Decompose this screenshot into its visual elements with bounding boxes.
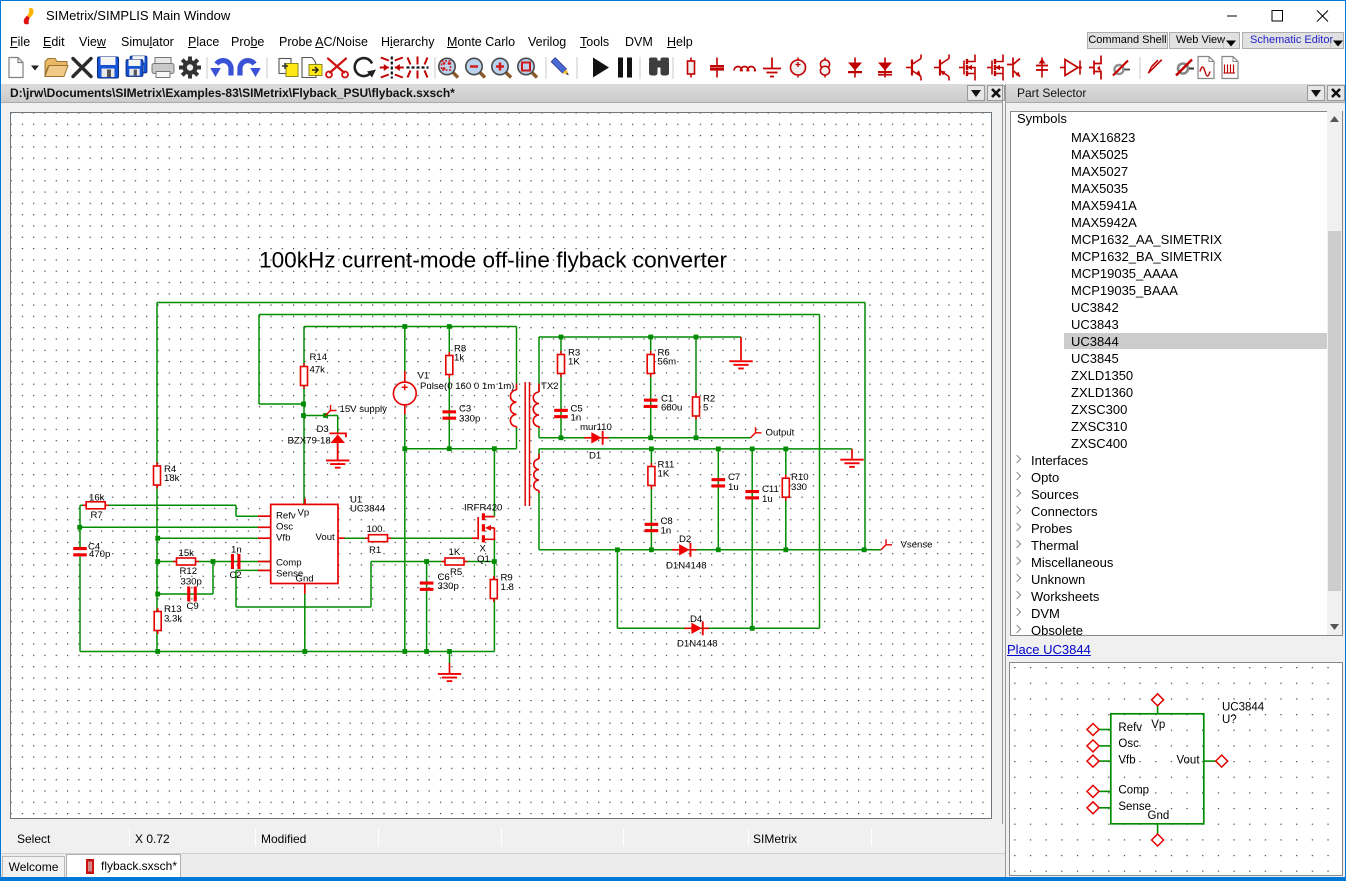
svg-text:Comp: Comp [276, 558, 302, 569]
svg-text:Refv: Refv [1118, 722, 1142, 734]
svg-text:Gnd: Gnd [296, 573, 314, 584]
svg-text:X: X [480, 544, 487, 555]
svg-text:5: 5 [703, 403, 708, 414]
svg-text:470p: 470p [89, 549, 110, 560]
svg-text:R12: R12 [180, 566, 198, 577]
svg-text:Vout: Vout [1177, 755, 1201, 767]
svg-text:100: 100 [367, 524, 383, 535]
svg-text:18k: 18k [164, 473, 180, 484]
svg-text:680u: 680u [661, 403, 682, 414]
svg-text:1u: 1u [728, 482, 739, 493]
svg-text:3.3k: 3.3k [164, 614, 182, 625]
svg-text:Osc: Osc [1118, 738, 1139, 750]
svg-text:Vout: Vout [316, 532, 336, 543]
svg-text:1k: 1k [454, 353, 464, 364]
svg-text:1u: 1u [762, 494, 773, 505]
svg-text:Pulse(0 160 0 1m 1m): Pulse(0 160 0 1m 1m) [420, 381, 514, 392]
svg-text:330p: 330p [438, 581, 459, 592]
svg-text:Sense: Sense [1118, 801, 1151, 813]
svg-text:Vp: Vp [1151, 719, 1165, 731]
svg-text:IRFR420: IRFR420 [464, 503, 502, 514]
svg-text:Vfb: Vfb [1118, 755, 1135, 767]
svg-text:Osc: Osc [276, 521, 293, 532]
svg-text:1.8: 1.8 [501, 582, 514, 593]
svg-text:1K: 1K [568, 357, 580, 368]
svg-text:UC3844: UC3844 [350, 504, 386, 515]
svg-text:Gnd: Gnd [1148, 810, 1170, 822]
svg-text:56m: 56m [658, 357, 677, 368]
svg-text:1n: 1n [231, 545, 242, 556]
svg-text:R14: R14 [310, 352, 328, 363]
svg-text:TX2: TX2 [541, 381, 559, 392]
svg-text:1n: 1n [661, 526, 672, 537]
svg-text:R1: R1 [369, 545, 381, 556]
svg-text:mur110: mur110 [580, 422, 612, 433]
svg-text:D3: D3 [317, 424, 329, 435]
svg-text:R7: R7 [91, 510, 103, 521]
svg-text:D2: D2 [679, 534, 691, 545]
svg-text:D4: D4 [690, 614, 703, 625]
svg-text:D1N4148: D1N4148 [677, 639, 718, 650]
svg-text:C9: C9 [187, 601, 199, 612]
svg-text:47k: 47k [310, 365, 326, 376]
svg-text:330: 330 [791, 482, 807, 493]
svg-text:15k: 15k [179, 548, 195, 559]
svg-text:UC3844: UC3844 [1222, 702, 1265, 714]
svg-text:Output: Output [766, 428, 795, 439]
svg-text:BZX79-18: BZX79-18 [288, 436, 331, 447]
svg-text:330p: 330p [459, 414, 480, 425]
svg-text:C2: C2 [230, 570, 242, 581]
svg-text:1K: 1K [449, 547, 461, 558]
svg-text:330p: 330p [181, 577, 202, 588]
svg-text:R5: R5 [450, 567, 462, 578]
svg-text:U?: U? [1222, 714, 1237, 726]
svg-text:16k: 16k [89, 493, 105, 504]
svg-text:Vfb: Vfb [276, 533, 290, 544]
svg-text:D1N4148: D1N4148 [666, 561, 707, 572]
svg-text:D1: D1 [589, 451, 601, 462]
svg-text:Vsense: Vsense [901, 540, 933, 551]
svg-text:V1: V1 [418, 371, 430, 382]
svg-text:Q1: Q1 [477, 554, 490, 565]
svg-text:100kHz current-mode off-line f: 100kHz current-mode off-line flyback con… [259, 248, 727, 273]
svg-text:Comp: Comp [1118, 785, 1149, 797]
svg-text:Refv: Refv [276, 510, 296, 521]
svg-text:Vp: Vp [298, 508, 310, 519]
svg-text:1K: 1K [658, 469, 670, 480]
svg-text:15V supply: 15V supply [340, 404, 388, 415]
